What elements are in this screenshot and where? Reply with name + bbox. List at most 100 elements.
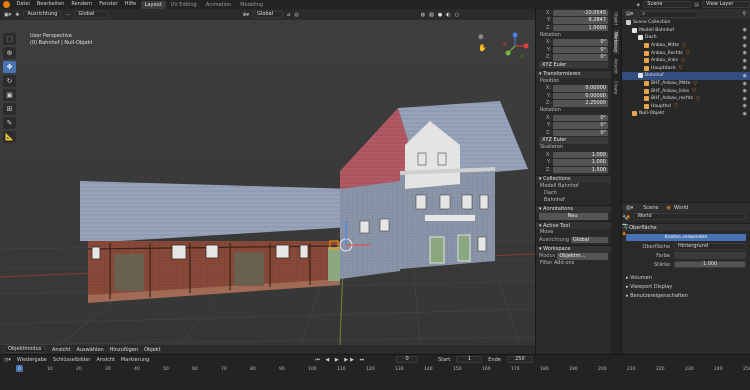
- outliner-row[interactable]: BHF_Anbau_rechts ▽ ◉: [622, 95, 750, 103]
- outliner-row[interactable]: BHF_Anbau_Mitte ▽ ◉: [622, 80, 750, 88]
- tool-settings-icon[interactable]: 🔧: [622, 215, 631, 221]
- visibility-eye-icon[interactable]: ◉: [743, 111, 747, 117]
- shading-render-icon[interactable]: ○: [455, 12, 459, 18]
- timeline-view-menu[interactable]: Ansicht: [96, 357, 114, 363]
- color-swatch[interactable]: [674, 252, 746, 259]
- pos-z-row[interactable]: Z: 2.25000: [536, 100, 611, 108]
- outliner-row[interactable]: Modell Bahnhof ◉: [622, 27, 750, 35]
- rot-y-value[interactable]: 0°: [553, 46, 608, 53]
- end-frame-field[interactable]: 250: [506, 356, 533, 363]
- transform-orientation-dropdown[interactable]: Global: [253, 11, 284, 18]
- collections-panel-header[interactable]: ▾ Collections: [536, 174, 611, 183]
- measure-tool-icon[interactable]: 📐: [3, 131, 16, 143]
- volume-panel-header[interactable]: ▸ Volumen: [622, 273, 750, 282]
- top-z-row[interactable]: Z: 1.0000: [536, 24, 611, 32]
- menu-add[interactable]: Hinzufügen: [110, 347, 138, 353]
- scale-y-value[interactable]: 1.000: [553, 159, 608, 166]
- tab-create[interactable]: Create: [614, 79, 619, 96]
- orientation-value[interactable]: Global: [571, 236, 608, 243]
- scale-y-row[interactable]: Y: 1.000: [536, 159, 611, 167]
- xray-icon[interactable]: ▧: [429, 12, 434, 18]
- visibility-eye-icon[interactable]: ◉: [743, 35, 747, 41]
- tab-tool[interactable]: Werkzeug: [613, 30, 619, 54]
- outliner-row[interactable]: Anbau_Mitte ▽ ◉: [622, 42, 750, 50]
- outliner-row[interactable]: Bahnhof ◉: [622, 72, 750, 80]
- visibility-eye-icon[interactable]: ◉: [743, 50, 747, 56]
- workspace-tab-animation[interactable]: Animation: [202, 1, 236, 9]
- collection-item[interactable]: Dach: [536, 190, 611, 197]
- start-frame-field[interactable]: 1: [456, 356, 483, 363]
- editor-type-icon[interactable]: ▣▾: [4, 12, 11, 18]
- render-icon[interactable]: 📷: [622, 223, 631, 229]
- euler-dropdown[interactable]: XYZ Euler: [539, 61, 608, 68]
- custom-properties-panel-header[interactable]: ▸ Benutzereigenschaften: [622, 291, 750, 300]
- outliner-row[interactable]: BHF_Anbau_links ▽ ◉: [622, 87, 750, 95]
- move-tool-icon[interactable]: ✥: [3, 61, 16, 73]
- modus-dropdown[interactable]: Objektm...: [557, 253, 608, 260]
- visibility-eye-icon[interactable]: ◉: [743, 73, 747, 79]
- orientation-dropdown[interactable]: Global: [74, 11, 109, 18]
- filter-icon[interactable]: ⚲: [742, 11, 746, 17]
- rot-y-row[interactable]: Y: 0°: [536, 46, 611, 54]
- transform-panel-header[interactable]: ▾ Transformieren: [536, 69, 611, 78]
- playback-menu[interactable]: Wiedergabe: [17, 357, 47, 363]
- menu-window[interactable]: Fenster: [96, 0, 122, 9]
- euler-row[interactable]: XYZ Euler: [536, 61, 611, 69]
- scale-tool-icon[interactable]: ▣: [3, 89, 16, 101]
- rot-z-value[interactable]: 0°: [553, 54, 608, 61]
- menu-view[interactable]: Ansicht: [52, 347, 70, 353]
- rot-x-row[interactable]: X: 0°: [536, 39, 611, 47]
- rot-x-value[interactable]: 0°: [553, 39, 608, 46]
- transform-tool-icon[interactable]: ⊞: [3, 103, 16, 115]
- visibility-eye-icon[interactable]: ◉: [743, 65, 747, 71]
- keying-menu[interactable]: Schlüsselbilder: [53, 357, 91, 363]
- euler2-row[interactable]: XYZ Euler: [536, 137, 611, 145]
- playback-controls[interactable]: ⏮ ◀ ▶ ▶▶ ⏭: [315, 357, 366, 363]
- visibility-eye-icon[interactable]: ◉: [743, 103, 747, 109]
- menu-edit[interactable]: Bearbeiten: [33, 0, 67, 9]
- tab-object[interactable]: Objekt: [614, 10, 619, 27]
- visibility-eye-icon[interactable]: ◉: [743, 27, 747, 33]
- rot2-y-value[interactable]: 0°: [553, 122, 608, 129]
- outliner-row[interactable]: Dach ◉: [622, 34, 750, 42]
- outliner-row[interactable]: Hauptdach ▽ ◉: [622, 65, 750, 73]
- world-datablock-field[interactable]: World: [633, 213, 746, 220]
- surface-panel-header[interactable]: ▾ Oberfläche: [622, 223, 750, 231]
- timeline-ruler[interactable]: 0 10 20 30 40 50 60 70 80 90 100 110 120 130 140 150 160…: [0, 367, 750, 377]
- menu-help[interactable]: Hilfe: [121, 0, 139, 9]
- snap-icon[interactable]: ⌂: [287, 12, 290, 18]
- visibility-eye-icon[interactable]: ◉: [743, 43, 747, 49]
- shading-material-icon[interactable]: ◐: [446, 12, 450, 18]
- blender-logo-icon[interactable]: [3, 1, 10, 8]
- visibility-eye-icon[interactable]: ◉: [743, 58, 747, 64]
- annotate-tool-icon[interactable]: ✎: [3, 117, 16, 129]
- top-z-value[interactable]: 1.0000: [553, 24, 608, 31]
- active-tool-panel-header[interactable]: ▾ Active Tool: [536, 221, 611, 229]
- strength-value[interactable]: 1.000: [674, 261, 746, 268]
- filter-addons-checkbox[interactable]: Filter Add-ons: [536, 260, 611, 267]
- scale-x-value[interactable]: 1.000: [553, 151, 608, 158]
- rot2-y-row[interactable]: Y: 0°: [536, 122, 611, 130]
- outliner-search[interactable]: ⌕: [638, 10, 699, 18]
- pos-x-row[interactable]: X: 0.00000: [536, 85, 611, 93]
- rotate-tool-icon[interactable]: ↻: [3, 75, 16, 87]
- workspace-tab-layout[interactable]: Layout: [140, 0, 166, 9]
- top-y-row[interactable]: Y: 8.2847: [536, 17, 611, 25]
- annotations-panel-header[interactable]: ▾ Annotations: [536, 204, 611, 213]
- rot2-x-row[interactable]: X: 0°: [536, 114, 611, 122]
- outliner-row[interactable]: Null-Objekt ◉: [622, 110, 750, 118]
- euler2-dropdown[interactable]: XYZ Euler: [539, 137, 608, 144]
- view-layer-field[interactable]: View Layer: [702, 1, 750, 8]
- annotations-new-button[interactable]: Neu: [539, 213, 608, 220]
- select-box-tool-icon[interactable]: ⬚: [3, 33, 16, 45]
- scale-z-value[interactable]: 1.500: [553, 166, 608, 173]
- cursor-tool-icon[interactable]: ⊕: [3, 47, 16, 59]
- scene-field[interactable]: Scene: [643, 1, 692, 8]
- outliner-type-icon[interactable]: ▤▾: [626, 11, 633, 17]
- navigation-gizmo[interactable]: [500, 31, 530, 61]
- proportional-icon[interactable]: ◎: [294, 12, 298, 18]
- timeline-type-icon[interactable]: ◷▾: [4, 357, 11, 363]
- visibility-eye-icon[interactable]: ◉: [743, 88, 747, 94]
- pos-y-value[interactable]: 0.00000: [553, 92, 608, 99]
- visibility-eye-icon[interactable]: ◉: [743, 96, 747, 102]
